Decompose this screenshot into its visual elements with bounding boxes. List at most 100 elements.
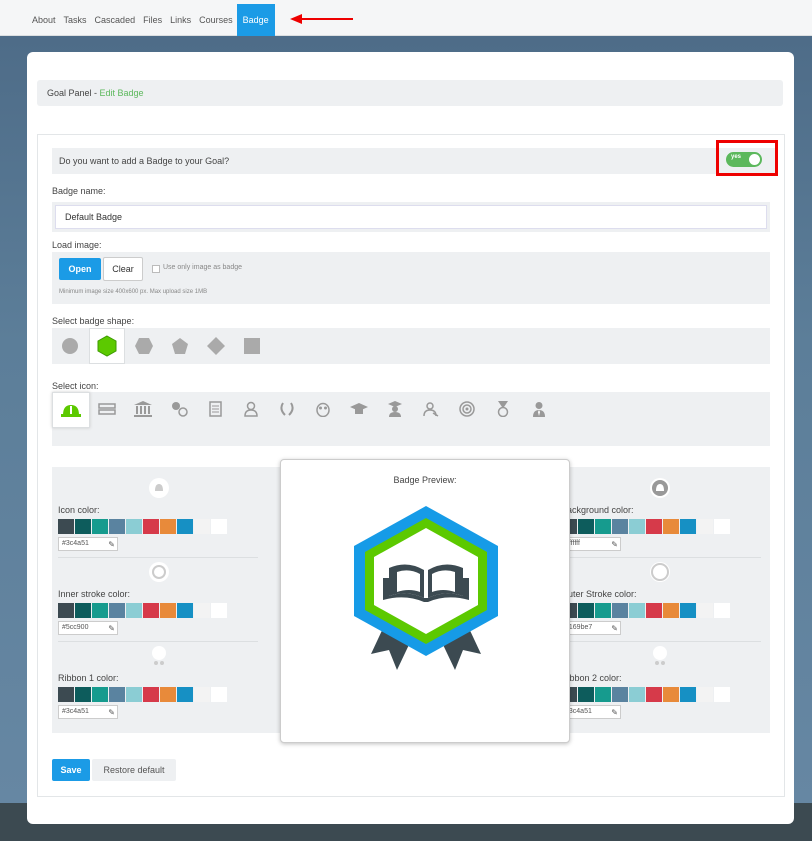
owl-icon[interactable] bbox=[312, 398, 334, 420]
eyedropper-icon[interactable]: ✎ bbox=[108, 623, 115, 635]
eyedropper-icon[interactable]: ✎ bbox=[611, 707, 618, 719]
eyedropper-icon[interactable]: ✎ bbox=[108, 539, 115, 551]
color-swatch[interactable] bbox=[595, 603, 611, 618]
medal-icon[interactable] bbox=[492, 398, 514, 420]
graduation-cap-icon[interactable] bbox=[348, 398, 370, 420]
eyedropper-icon[interactable]: ✎ bbox=[611, 539, 618, 551]
color-swatch[interactable] bbox=[92, 519, 108, 534]
color-swatch[interactable] bbox=[109, 519, 125, 534]
color-swatch[interactable] bbox=[211, 687, 227, 702]
color-swatch[interactable] bbox=[160, 519, 176, 534]
person-icon[interactable] bbox=[240, 398, 262, 420]
tab-about[interactable]: About bbox=[28, 4, 60, 36]
color-swatch[interactable] bbox=[612, 519, 628, 534]
tab-cascaded[interactable]: Cascaded bbox=[91, 4, 140, 36]
badge-name-input[interactable]: Default Badge bbox=[55, 205, 767, 229]
color-swatch[interactable] bbox=[629, 519, 645, 534]
tab-badge[interactable]: Badge bbox=[236, 4, 275, 36]
color-swatch[interactable] bbox=[646, 603, 662, 618]
background-color-swatches[interactable] bbox=[561, 519, 731, 534]
eyedropper-icon[interactable]: ✎ bbox=[108, 707, 115, 719]
save-button[interactable]: Save bbox=[52, 759, 90, 781]
color-swatch[interactable] bbox=[595, 687, 611, 702]
ribbon2-color-input[interactable]: #3c4a51 ✎ bbox=[561, 705, 621, 719]
scroll-icon[interactable] bbox=[204, 398, 226, 420]
color-swatch[interactable] bbox=[714, 687, 730, 702]
color-swatch[interactable] bbox=[92, 603, 108, 618]
tab-courses[interactable]: Courses bbox=[195, 4, 237, 36]
color-swatch[interactable] bbox=[211, 519, 227, 534]
tab-tasks[interactable]: Tasks bbox=[60, 4, 91, 36]
color-swatch[interactable] bbox=[629, 687, 645, 702]
color-swatch[interactable] bbox=[177, 519, 193, 534]
inner-stroke-color-swatches[interactable] bbox=[58, 603, 228, 618]
use-only-image-checkbox[interactable] bbox=[152, 265, 160, 273]
shape-hexagon-flat-option[interactable] bbox=[132, 334, 156, 358]
clear-image-button[interactable]: Clear bbox=[103, 257, 143, 281]
bank-icon[interactable] bbox=[132, 398, 154, 420]
reader-icon[interactable] bbox=[420, 398, 442, 420]
color-swatch[interactable] bbox=[75, 603, 91, 618]
color-swatch[interactable] bbox=[126, 519, 142, 534]
color-swatch[interactable] bbox=[663, 603, 679, 618]
color-swatch[interactable] bbox=[126, 687, 142, 702]
color-swatch[interactable] bbox=[680, 519, 696, 534]
color-swatch[interactable] bbox=[646, 519, 662, 534]
color-swatch[interactable] bbox=[75, 687, 91, 702]
color-swatch[interactable] bbox=[578, 603, 594, 618]
color-swatch[interactable] bbox=[143, 603, 159, 618]
color-swatch[interactable] bbox=[578, 687, 594, 702]
color-swatch[interactable] bbox=[143, 519, 159, 534]
color-swatch[interactable] bbox=[92, 687, 108, 702]
color-swatch[interactable] bbox=[714, 603, 730, 618]
open-image-button[interactable]: Open bbox=[59, 258, 101, 280]
color-swatch[interactable] bbox=[697, 687, 713, 702]
outer-stroke-color-swatches[interactable] bbox=[561, 603, 731, 618]
color-swatch[interactable] bbox=[143, 687, 159, 702]
books-icon[interactable] bbox=[96, 398, 118, 420]
color-swatch[interactable] bbox=[629, 603, 645, 618]
color-swatch[interactable] bbox=[58, 603, 74, 618]
color-swatch[interactable] bbox=[612, 603, 628, 618]
outer-stroke-color-input[interactable]: #169be7 ✎ bbox=[561, 621, 621, 635]
color-swatch[interactable] bbox=[58, 687, 74, 702]
shape-circle-option[interactable] bbox=[58, 334, 82, 358]
shape-pentagon-option[interactable] bbox=[168, 334, 192, 358]
target-icon[interactable] bbox=[456, 398, 478, 420]
tab-files[interactable]: Files bbox=[139, 4, 166, 36]
color-swatch[interactable] bbox=[663, 519, 679, 534]
icon-color-swatches[interactable] bbox=[58, 519, 228, 534]
shape-square-option[interactable] bbox=[240, 334, 264, 358]
shape-hexagon-option[interactable] bbox=[89, 328, 125, 364]
color-swatch[interactable] bbox=[595, 519, 611, 534]
color-swatch[interactable] bbox=[194, 687, 210, 702]
breadcrumb-root[interactable]: Goal Panel bbox=[47, 88, 92, 98]
color-swatch[interactable] bbox=[194, 519, 210, 534]
color-swatch[interactable] bbox=[109, 687, 125, 702]
color-swatch[interactable] bbox=[75, 519, 91, 534]
background-color-input[interactable]: #ffffff ✎ bbox=[561, 537, 621, 551]
color-swatch[interactable] bbox=[58, 519, 74, 534]
color-swatch[interactable] bbox=[177, 687, 193, 702]
color-swatch[interactable] bbox=[578, 519, 594, 534]
ribbon1-color-swatches[interactable] bbox=[58, 687, 228, 702]
inner-stroke-color-input[interactable]: #5cc900 ✎ bbox=[58, 621, 118, 635]
ribbon2-color-swatches[interactable] bbox=[561, 687, 731, 702]
hardhat-icon[interactable] bbox=[52, 392, 90, 428]
laurel-icon[interactable] bbox=[276, 398, 298, 420]
eyedropper-icon[interactable]: ✎ bbox=[611, 623, 618, 635]
tab-links[interactable]: Links bbox=[166, 4, 195, 36]
color-swatch[interactable] bbox=[646, 687, 662, 702]
color-swatch[interactable] bbox=[680, 687, 696, 702]
color-swatch[interactable] bbox=[160, 687, 176, 702]
restore-default-button[interactable]: Restore default bbox=[92, 759, 176, 781]
color-swatch[interactable] bbox=[697, 519, 713, 534]
shape-diamond-option[interactable] bbox=[204, 334, 228, 358]
color-swatch[interactable] bbox=[211, 603, 227, 618]
color-swatch[interactable] bbox=[194, 603, 210, 618]
graduate-icon[interactable] bbox=[384, 398, 406, 420]
color-swatch[interactable] bbox=[612, 687, 628, 702]
color-swatch[interactable] bbox=[680, 603, 696, 618]
color-swatch[interactable] bbox=[697, 603, 713, 618]
color-swatch[interactable] bbox=[109, 603, 125, 618]
